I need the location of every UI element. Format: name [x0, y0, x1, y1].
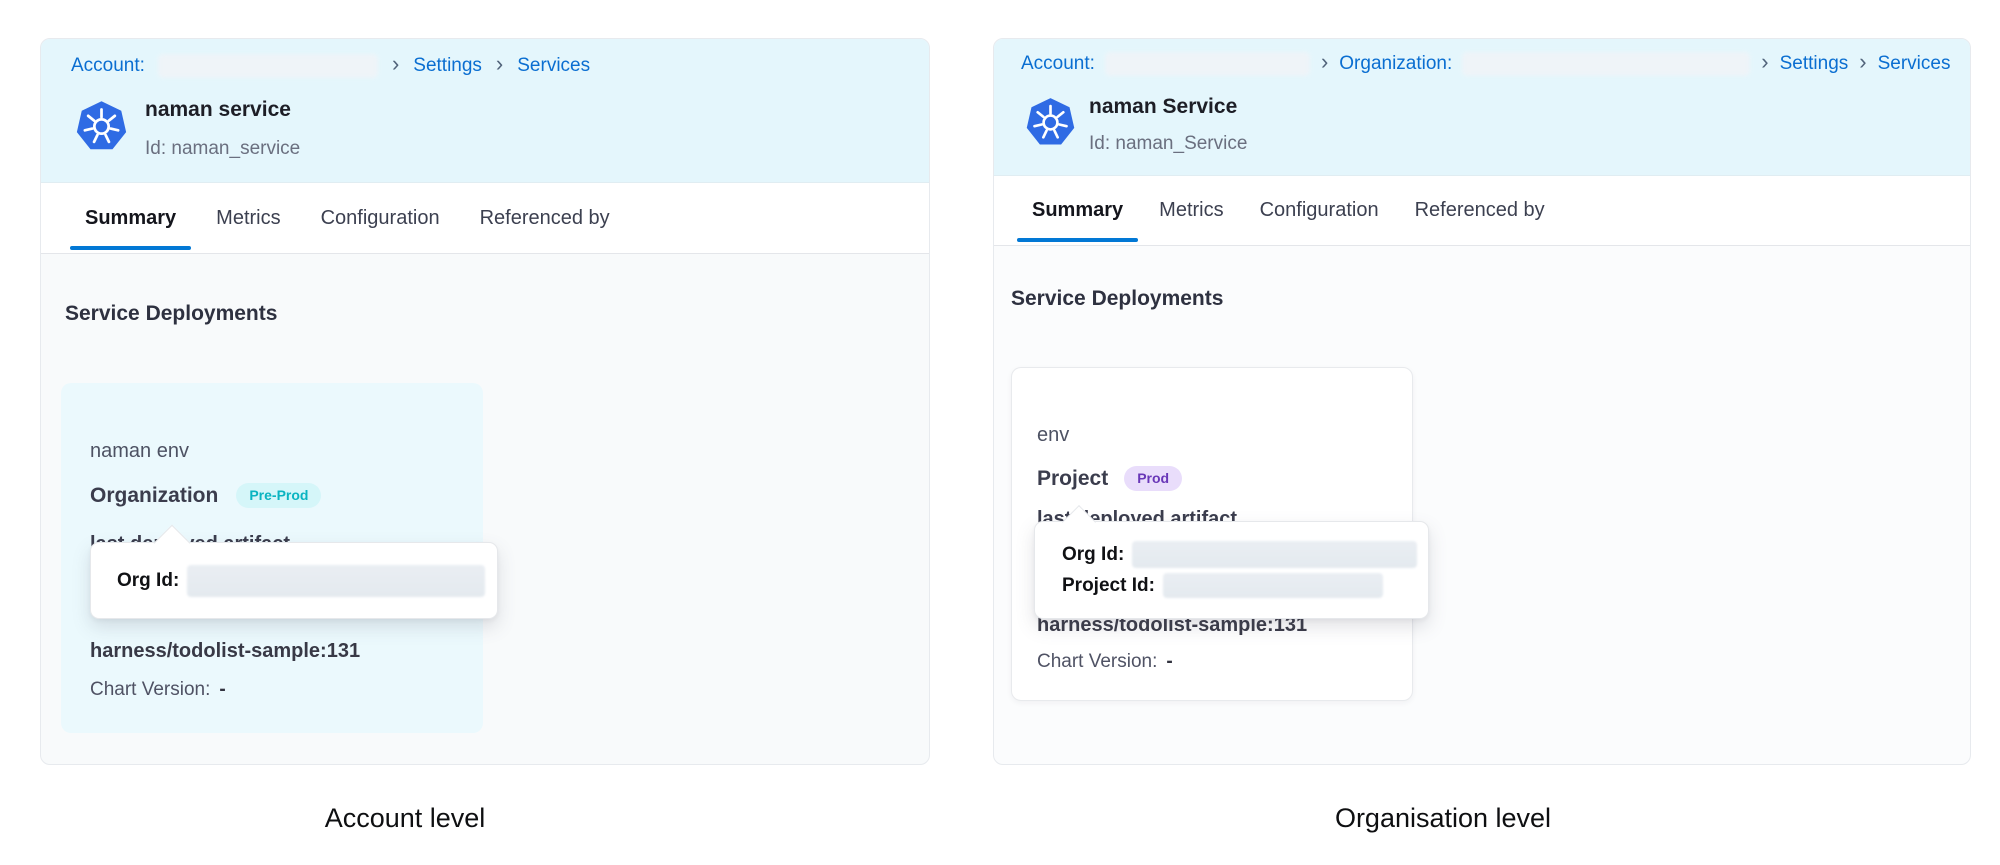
redacted-org-id: [1132, 541, 1417, 568]
breadcrumb-services-link[interactable]: Services: [1878, 53, 1951, 75]
redacted-account-name: [158, 54, 378, 78]
breadcrumb-account-link[interactable]: Account:: [1021, 53, 1095, 75]
organisation-level-panel: Account: › Organization: › Settings › Se…: [993, 38, 1971, 765]
env-type-badge: Prod: [1124, 466, 1182, 491]
kubernetes-icon: [1024, 96, 1077, 149]
project-id-label: Project Id:: [1062, 575, 1155, 597]
breadcrumb-account-link[interactable]: Account:: [71, 55, 145, 77]
redacted-project-id: [1163, 573, 1383, 598]
org-id-row: Org Id:: [1062, 541, 1428, 568]
tab-summary[interactable]: Summary: [85, 183, 176, 253]
artifact-name: harness/todolist-sample:131: [90, 640, 360, 663]
breadcrumb-settings-link[interactable]: Settings: [1780, 53, 1849, 75]
caption-organisation-level: Organisation level: [1335, 803, 1551, 834]
tab-configuration[interactable]: Configuration: [1260, 176, 1379, 245]
breadcrumb: Account: › Organization: › Settings › Se…: [1021, 51, 1950, 76]
service-title: naman service: [145, 98, 291, 122]
tab-summary[interactable]: Summary: [1032, 176, 1123, 245]
section-title-service-deployments: Service Deployments: [65, 302, 277, 326]
tab-metrics[interactable]: Metrics: [216, 183, 280, 253]
env-type-badge: Pre-Prod: [236, 483, 321, 508]
chevron-right-icon: ›: [1320, 51, 1329, 76]
scope-id-tooltip: Org Id:: [90, 542, 498, 619]
environment-name: naman env: [90, 440, 189, 463]
environment-scope-label[interactable]: Project: [1037, 467, 1108, 491]
tab-referenced-by[interactable]: Referenced by: [1415, 176, 1545, 245]
tab-configuration[interactable]: Configuration: [321, 183, 440, 253]
chart-version-value: -: [1166, 651, 1172, 672]
tab-metrics[interactable]: Metrics: [1159, 176, 1223, 245]
chart-version-label: Chart Version:: [90, 679, 210, 700]
chart-version-row: Chart Version:-: [90, 679, 226, 701]
breadcrumb: Account: › Settings › Services: [71, 53, 590, 78]
breadcrumb-organization-link[interactable]: Organization:: [1339, 53, 1452, 75]
org-id-label: Org Id:: [117, 570, 179, 592]
section-title-service-deployments: Service Deployments: [1011, 287, 1223, 311]
scope-id-tooltip: Org Id: Project Id:: [1034, 521, 1429, 619]
chart-version-row: Chart Version:-: [1037, 651, 1173, 673]
service-title: naman Service: [1089, 95, 1237, 119]
redacted-account-name: [1105, 52, 1310, 76]
redacted-organization-name: [1462, 52, 1750, 76]
service-tabs: Summary Metrics Configuration Referenced…: [41, 183, 929, 254]
org-id-label: Org Id:: [1062, 544, 1124, 566]
breadcrumb-services-link[interactable]: Services: [517, 55, 590, 77]
environment-scope-row: Organization Pre-Prod: [90, 483, 321, 508]
service-id: Id: naman_service: [145, 138, 300, 160]
breadcrumb-settings-link[interactable]: Settings: [413, 55, 482, 77]
service-id: Id: naman_Service: [1089, 133, 1247, 155]
tab-referenced-by[interactable]: Referenced by: [480, 183, 610, 253]
chevron-right-icon: ›: [495, 53, 504, 78]
chevron-right-icon: ›: [1760, 51, 1769, 76]
chart-version-value: -: [219, 679, 225, 700]
kubernetes-icon: [74, 99, 129, 154]
chevron-right-icon: ›: [391, 53, 400, 78]
chevron-right-icon: ›: [1858, 51, 1867, 76]
account-level-panel: Account: › Settings › Services: [40, 38, 930, 765]
redacted-org-id: [187, 565, 485, 597]
environment-scope-label[interactable]: Organization: [90, 484, 218, 508]
service-tabs: Summary Metrics Configuration Referenced…: [994, 176, 1970, 246]
caption-account-level: Account level: [325, 803, 486, 834]
environment-scope-row: Project Prod: [1037, 466, 1182, 491]
project-id-row: Project Id:: [1062, 573, 1428, 598]
screenshot-stage: Account: › Settings › Services: [0, 0, 2000, 865]
chart-version-label: Chart Version:: [1037, 651, 1157, 672]
environment-name: env: [1037, 424, 1069, 447]
org-id-row: Org Id:: [117, 565, 485, 597]
